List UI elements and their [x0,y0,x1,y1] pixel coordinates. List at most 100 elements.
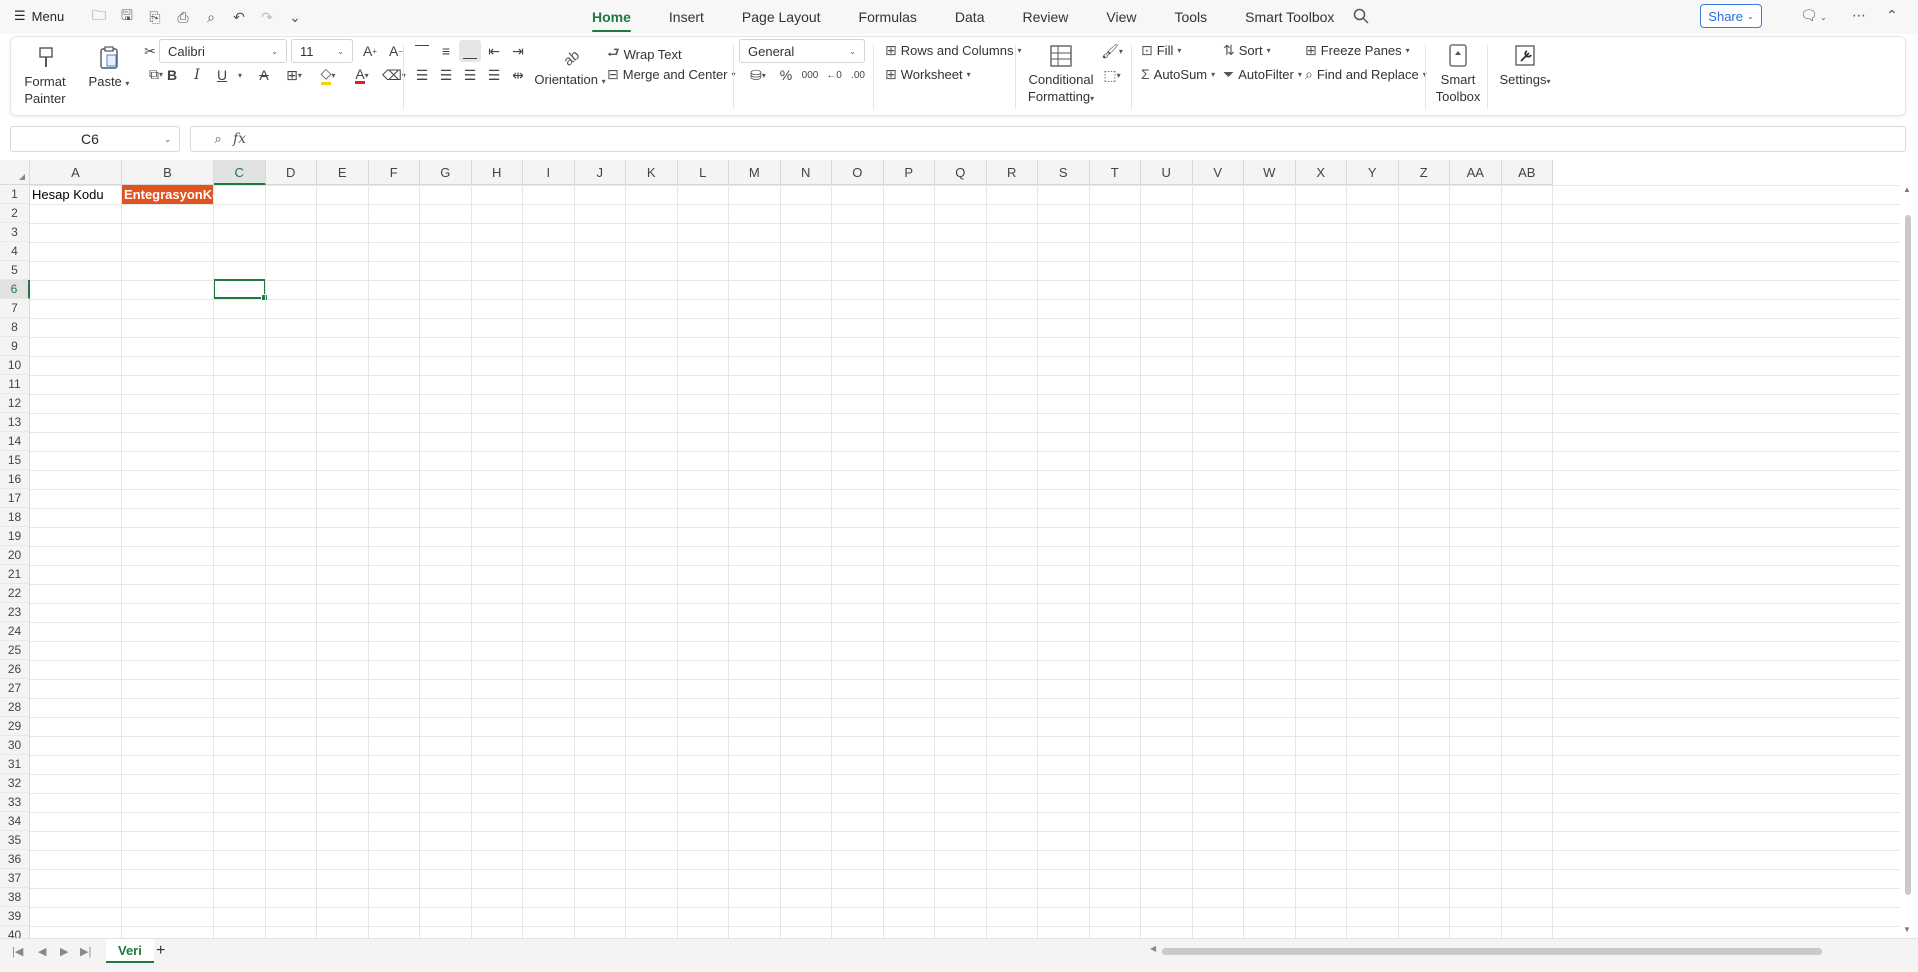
decrease-decimal-icon[interactable]: .00 [847,64,869,86]
column-header-d[interactable]: D [265,160,317,185]
row-header-3[interactable]: 3 [0,223,30,242]
freeze-panes-button[interactable]: ⊞ Freeze Panes ▾ [1305,42,1410,59]
number-format-select[interactable]: General ⌄ [739,39,865,63]
main-menu-button[interactable]: ☰ Menu [14,8,64,24]
align-bottom-icon[interactable]: ⎽ [459,40,481,62]
vertical-scrollbar[interactable]: ▲ ▼ [1900,185,1916,935]
row-header-30[interactable]: 30 [0,736,30,755]
tab-home[interactable]: Home [592,0,631,34]
column-header-ab[interactable]: AB [1501,160,1553,185]
column-header-x[interactable]: X [1295,160,1347,185]
row-header-25[interactable]: 25 [0,641,30,660]
column-header-r[interactable]: R [986,160,1038,185]
open-folder-icon[interactable]: 🗀 [88,7,110,27]
conditional-formatting-button[interactable]: Conditional Formatting▾ [1023,43,1099,107]
row-header-32[interactable]: 32 [0,774,30,793]
row-header-8[interactable]: 8 [0,318,30,337]
column-header-p[interactable]: P [883,160,935,185]
row-header-18[interactable]: 18 [0,508,30,527]
accounting-format-icon[interactable]: ⛁ ▾ [745,64,771,86]
worksheet-button[interactable]: ⊞ Worksheet ▾ [885,66,971,83]
row-header-5[interactable]: 5 [0,261,30,280]
zoom-magnifier-icon[interactable]: ⌕ [203,131,233,147]
row-header-22[interactable]: 22 [0,584,30,603]
name-box[interactable]: C6 ⌄ [10,126,180,152]
column-header-t[interactable]: T [1089,160,1141,185]
row-header-21[interactable]: 21 [0,565,30,584]
function-icon[interactable]: fx [233,131,263,147]
last-sheet-icon[interactable]: ▶| [80,945,91,958]
autosum-button[interactable]: Σ AutoSum ▾ [1141,66,1215,82]
row-header-28[interactable]: 28 [0,698,30,717]
orientation-button[interactable]: ab Orientation ▾ [533,43,607,90]
tab-page-layout[interactable]: Page Layout [742,0,821,34]
row-header-15[interactable]: 15 [0,451,30,470]
tab-insert[interactable]: Insert [669,0,704,34]
row-header-10[interactable]: 10 [0,356,30,375]
row-header-9[interactable]: 9 [0,337,30,356]
font-name-select[interactable]: Calibri ⌄ [159,39,287,63]
horizontal-scroll-thumb[interactable] [1162,948,1822,955]
align-top-icon[interactable]: ⎺ [411,40,433,62]
horizontal-scrollbar[interactable]: ◀ [1150,944,1830,956]
more-options-icon[interactable]: ⋯ [1852,7,1866,24]
increase-decimal-icon[interactable]: ←0 [823,64,845,86]
customize-qat-chevron-icon[interactable]: ⌄ [284,7,306,27]
search-icon[interactable] [1353,8,1369,28]
align-right-icon[interactable]: ☰ [459,64,481,86]
column-header-o[interactable]: O [832,160,884,185]
formula-bar[interactable]: ⌕ fx [190,126,1906,152]
row-header-2[interactable]: 2 [0,204,30,223]
row-header-12[interactable]: 12 [0,394,30,413]
tab-tools[interactable]: Tools [1174,0,1207,34]
first-sheet-icon[interactable]: |◀ [12,945,23,958]
add-sheet-icon[interactable]: + [156,942,165,960]
row-header-38[interactable]: 38 [0,888,30,907]
row-header-34[interactable]: 34 [0,812,30,831]
column-header-n[interactable]: N [780,160,832,185]
bold-button[interactable]: B [161,64,183,86]
row-header-7[interactable]: 7 [0,299,30,318]
column-header-z[interactable]: Z [1398,160,1450,185]
find-replace-button[interactable]: ⌕Find and Replace▾ [1305,66,1427,83]
align-left-icon[interactable]: ☰ [411,64,433,86]
column-header-e[interactable]: E [317,160,369,185]
row-header-33[interactable]: 33 [0,793,30,812]
row-header-23[interactable]: 23 [0,603,30,622]
justify-icon[interactable]: ☰ [483,64,505,86]
row-header-40[interactable]: 40 [0,926,30,938]
settings-button[interactable]: Settings▾ [1493,43,1557,90]
strikethrough-icon[interactable]: A [253,64,275,86]
autofilter-button[interactable]: ⏷ AutoFilter ▾ [1223,66,1302,83]
spreadsheet-grid[interactable]: A B C D E F G H I J K L M N O P Q R S T U V W X Y Z AA AB 123456789… [0,160,1918,938]
row-header-39[interactable]: 39 [0,907,30,926]
percent-icon[interactable]: % [775,64,797,86]
column-header-c[interactable]: C [214,160,266,185]
column-header-h[interactable]: H [471,160,523,185]
align-center-icon[interactable]: ☰ [435,64,457,86]
comment-icon[interactable]: 🗨 ⌄ [1800,7,1827,24]
column-header-y[interactable]: Y [1347,160,1399,185]
row-header-11[interactable]: 11 [0,375,30,394]
format-cells-icon[interactable]: ⬚ ▾ [1097,64,1127,86]
row-header-35[interactable]: 35 [0,831,30,850]
print-icon[interactable]: ⎙ [172,7,194,27]
undo-icon[interactable]: ↶ [228,7,250,27]
share-button[interactable]: Share ⌄ [1700,4,1762,28]
tab-view[interactable]: View [1106,0,1136,34]
tab-formulas[interactable]: Formulas [859,0,917,34]
column-header-i[interactable]: I [523,160,575,185]
increase-font-icon[interactable]: A + [359,40,381,62]
save-icon[interactable]: 🖫 [116,7,138,27]
row-header-6[interactable]: 6 [0,280,30,299]
cell-area[interactable]: Hesap Kodu EntegrasyonKodu [30,185,1900,938]
row-header-19[interactable]: 19 [0,527,30,546]
scroll-up-icon[interactable]: ▲ [1903,185,1911,194]
column-header-j[interactable]: J [574,160,626,185]
merge-center-button[interactable]: ⊟Merge and Center▾ [607,66,736,83]
font-size-select[interactable]: 11 ⌄ [291,39,353,63]
row-header-37[interactable]: 37 [0,869,30,888]
row-header-27[interactable]: 27 [0,679,30,698]
decrease-indent-icon[interactable]: ⇤ [483,40,505,62]
row-header-16[interactable]: 16 [0,470,30,489]
